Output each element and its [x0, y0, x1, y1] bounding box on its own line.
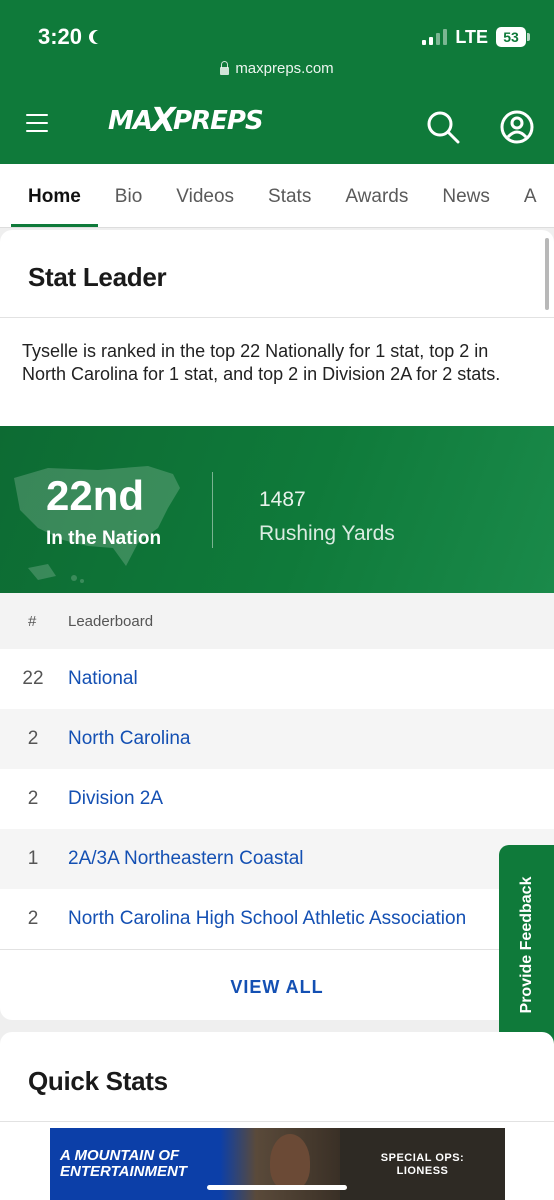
network-label: LTE [455, 26, 488, 47]
leaderboard-link[interactable]: Division 2A [68, 788, 163, 810]
row-rank: 1 [27, 848, 39, 869]
maxpreps-logo[interactable]: MAXPREPS [108, 102, 264, 140]
leaderboard-link[interactable]: North Carolina High School Athletic Asso… [68, 908, 466, 930]
lock-icon [220, 60, 230, 75]
stat-value: 1487 [259, 488, 306, 511]
stat-label: Rushing Yards [259, 522, 395, 545]
table-row: 1 2A/3A Northeastern Coastal [0, 829, 554, 889]
rank-value: 22nd [46, 472, 145, 519]
signal-icon [422, 29, 448, 45]
status-time: 3:20 [38, 24, 102, 50]
tab-awards[interactable]: Awards [328, 164, 425, 227]
menu-icon[interactable] [26, 114, 48, 132]
col-rank-header: # [28, 612, 37, 630]
account-icon[interactable] [500, 110, 534, 144]
stat-summary: Tyselle is ranked in the top 22 National… [22, 341, 501, 384]
home-indicator[interactable] [207, 1185, 347, 1190]
tab-home[interactable]: Home [0, 164, 98, 227]
leaderboard-link[interactable]: 2A/3A Northeastern Coastal [68, 848, 304, 870]
ad-portrait [270, 1134, 310, 1190]
ad-headline: A MOUNTAIN OF ENTERTAINMENT [60, 1147, 187, 1180]
url-bar[interactable]: maxpreps.com [0, 60, 554, 77]
table-row: 22 National [0, 649, 554, 709]
view-all-button[interactable]: VIEW ALL [0, 949, 554, 1020]
tab-videos[interactable]: Videos [159, 164, 251, 227]
url-text: maxpreps.com [235, 60, 334, 77]
feedback-button[interactable]: Provide Feedback [499, 845, 554, 1045]
row-rank: 2 [27, 908, 39, 929]
rank-banner: 22nd In the Nation 1487 Rushing Yards [0, 426, 554, 593]
leaderboard-link[interactable]: North Carolina [68, 728, 191, 750]
site-nav: MAXPREPS [0, 96, 554, 156]
tab-bio[interactable]: Bio [98, 164, 159, 227]
card-title: Stat Leader [0, 230, 554, 318]
table-row: 2 North Carolina [0, 709, 554, 769]
app-header: 3:20 LTE 53 maxpreps.com MAXPREPS [0, 0, 554, 164]
row-rank: 22 [22, 668, 44, 689]
scrollbar[interactable] [545, 238, 549, 310]
feedback-label: Provide Feedback [517, 876, 535, 1014]
row-rank: 2 [27, 788, 39, 809]
col-board-header: Leaderboard [68, 612, 154, 630]
battery-icon: 53 [496, 27, 530, 47]
divider [212, 472, 213, 548]
tab-news[interactable]: News [425, 164, 507, 227]
profile-tabs: Home Bio Videos Stats Awards News A [0, 164, 554, 228]
leaderboard-link[interactable]: National [68, 668, 138, 690]
tab-stats[interactable]: Stats [251, 164, 328, 227]
search-icon[interactable] [426, 110, 460, 144]
quick-stats-title: Quick Stats [0, 1032, 554, 1122]
rank-scope: In the Nation [46, 528, 162, 549]
table-row: 2 Division 2A [0, 769, 554, 829]
status-right: LTE 53 [422, 26, 530, 48]
table-header: # Leaderboard [0, 593, 554, 649]
stat-leader-card: Stat Leader Tyselle is ranked in the top… [0, 230, 554, 1020]
tab-partial[interactable]: A [507, 164, 554, 227]
row-rank: 2 [27, 728, 39, 749]
moon-icon [93, 30, 107, 44]
status-bar: 3:20 LTE 53 [38, 22, 530, 52]
table-row: 2 North Carolina High School Athletic As… [0, 889, 554, 949]
ad-show-title: SPECIAL OPS: LIONESS [340, 1128, 505, 1200]
